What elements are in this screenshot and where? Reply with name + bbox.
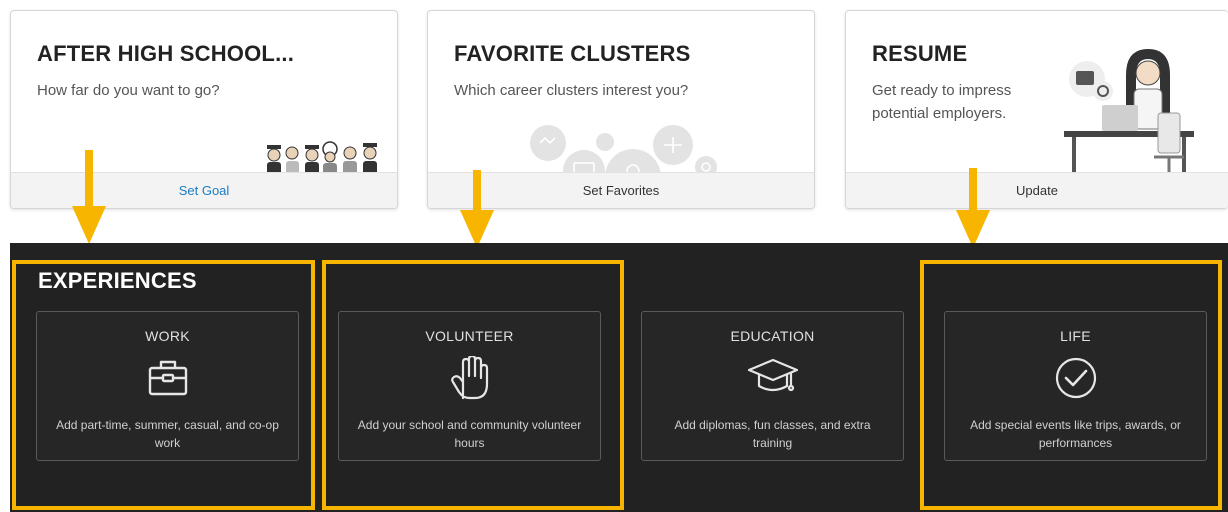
arrow-down-icon bbox=[460, 170, 494, 248]
update-resume-button[interactable]: Update bbox=[846, 172, 1228, 208]
arrow-down-icon bbox=[956, 168, 990, 248]
highlight-box-life bbox=[920, 260, 1222, 510]
exp-card-description: Add diplomas, fun classes, and extra tra… bbox=[674, 418, 871, 450]
card-subtitle: How far do you want to go? bbox=[37, 82, 220, 99]
card-title: FAVORITE CLUSTERS bbox=[454, 41, 691, 66]
resume-illustration bbox=[1064, 49, 1194, 181]
card-subtitle: Get ready to impress potential employers… bbox=[872, 82, 1012, 122]
highlight-box-work bbox=[12, 260, 315, 510]
arrow-down-icon bbox=[72, 150, 106, 244]
graduation-cap-icon bbox=[747, 358, 798, 392]
set-goal-button[interactable]: Set Goal bbox=[11, 172, 397, 208]
card-title: AFTER HIGH SCHOOL... bbox=[37, 41, 294, 66]
card-title: RESUME bbox=[872, 41, 968, 66]
after-high-school-card: AFTER HIGH SCHOOL... How far do you want… bbox=[10, 10, 398, 209]
resume-card: RESUME Get ready to impress potential em… bbox=[845, 10, 1228, 209]
card-subtitle: Which career clusters interest you? bbox=[454, 82, 689, 99]
exp-card-title: EDUCATION bbox=[730, 328, 815, 344]
education-experience-card[interactable]: EDUCATION Add diplomas, fun classes, and… bbox=[641, 311, 904, 461]
career-clusters-illustration bbox=[530, 125, 717, 177]
highlight-box-volunteer bbox=[322, 260, 624, 510]
